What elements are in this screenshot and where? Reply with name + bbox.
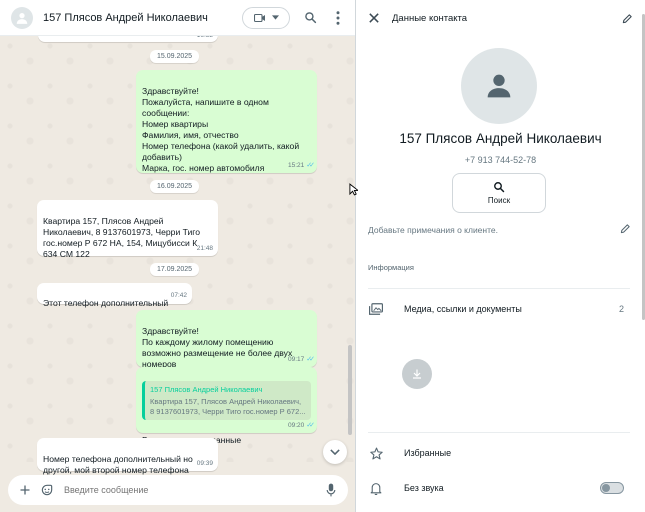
- search-in-chat-button[interactable]: Поиск: [452, 173, 546, 213]
- message-bubble[interactable]: Номер телефона дополнительный но другой,…: [37, 438, 218, 475]
- message-meta: 21:48: [197, 243, 213, 254]
- message-time: 09:17: [287, 356, 305, 363]
- message-meta: 15:21 ✓✓: [287, 160, 315, 171]
- chevron-down-icon: [330, 449, 340, 455]
- message-meta: 09:39: [197, 458, 213, 469]
- notes-field[interactable]: Добавьте примечания о клиенте.: [368, 225, 498, 235]
- favorites-label: Избранные: [404, 448, 452, 458]
- video-call-button[interactable]: [242, 6, 290, 29]
- gallery-icon: [369, 303, 383, 315]
- favorites-row[interactable]: Избранные: [368, 442, 630, 464]
- scroll-down-button[interactable]: [323, 440, 347, 464]
- more-vertical-icon: [336, 10, 340, 25]
- video-icon: [253, 13, 265, 22]
- chat-pane: 157 Плясов Андрей Николаевич 16:52 15.09…: [0, 0, 356, 512]
- media-icon: [368, 301, 384, 317]
- pencil-icon: [622, 13, 632, 23]
- mute-row[interactable]: Без звука: [368, 477, 630, 499]
- bell-icon: [368, 480, 384, 496]
- message-meta: 09:17 ✓✓: [287, 354, 315, 365]
- attach-button[interactable]: [14, 479, 36, 501]
- chat-header[interactable]: 157 Плясов Андрей Николаевич: [0, 0, 355, 36]
- info-section-label: Информация: [368, 263, 414, 272]
- read-ticks-icon: ✓✓: [306, 356, 315, 363]
- message-meta: 07:42: [171, 290, 187, 301]
- edit-notes-button[interactable]: [620, 223, 631, 236]
- quoted-author: 157 Плясов Андрей Николаевич: [150, 385, 263, 394]
- media-count: 2: [618, 304, 624, 314]
- message-input[interactable]: [64, 485, 320, 495]
- read-ticks-icon: ✓✓: [306, 422, 315, 429]
- message-time: 09:20: [287, 422, 305, 429]
- message-text: Здравствуйте! Пожалуйста, напишите в одн…: [142, 86, 300, 173]
- plus-icon: [20, 485, 30, 495]
- download-icon: [413, 369, 421, 379]
- message-bubble[interactable]: Квартира 157, Плясов Андрей Николаевич, …: [37, 200, 218, 259]
- quoted-message[interactable]: 157 Плясов Андрей Николаевич Квартира 15…: [142, 381, 311, 420]
- contact-photo[interactable]: [461, 48, 537, 124]
- person-icon: [16, 12, 28, 24]
- chat-title[interactable]: 157 Плясов Андрей Николаевич: [43, 12, 242, 24]
- details-header: Данные контакта: [356, 0, 645, 36]
- star-outline-icon: [369, 447, 383, 459]
- search-icon: [304, 12, 316, 24]
- menu-button[interactable]: [328, 8, 348, 28]
- search-icon: [494, 182, 505, 193]
- search-label: Поиск: [487, 196, 511, 205]
- message-text: Этот телефон дополнительный: [43, 298, 169, 308]
- message-time: 09:39: [196, 460, 213, 467]
- composer: [8, 475, 348, 505]
- date-separator: 16.09.2025: [150, 180, 200, 193]
- message-bubble[interactable]: Этот телефон дополнительный 07:42: [37, 283, 192, 308]
- close-icon: [369, 13, 379, 23]
- contact-avatar[interactable]: [11, 6, 33, 29]
- message-bubble[interactable]: 157 Плясов Андрей Николаевич Квартира 15…: [136, 367, 317, 445]
- message-time: 07:42: [170, 292, 187, 299]
- contact-name: 157 Плясов Андрей Николаевич: [399, 131, 602, 146]
- message-time: 21:48: [196, 245, 213, 252]
- bell-outline-icon: [370, 482, 382, 495]
- message-bubble[interactable]: Здравствуйте! По каждому жилому помещени…: [136, 310, 317, 369]
- contact-phone: +7 913 744-52-78: [464, 155, 537, 165]
- message-text: Номер телефона дополнительный но другой,…: [43, 454, 193, 475]
- quoted-text: Квартира 157, Плясов Андрей Николаевич, …: [150, 397, 306, 416]
- pencil-icon: [620, 224, 630, 234]
- chevron-down-icon: [271, 15, 279, 20]
- chat-scrollbar[interactable]: [348, 345, 352, 435]
- message-time: 15:21: [287, 162, 305, 169]
- download-button[interactable]: [402, 359, 432, 389]
- star-icon: [368, 445, 384, 461]
- message-meta: 09:20 ✓✓: [287, 420, 315, 431]
- read-ticks-icon: ✓✓: [306, 162, 315, 169]
- divider: [368, 432, 630, 433]
- contact-details-panel: Данные контакта 157 Плясов Андрей Никола…: [356, 0, 645, 512]
- mouse-cursor-icon: [349, 183, 358, 196]
- edit-contact-button[interactable]: [617, 8, 637, 28]
- message-text: Квартира 157, Плясов Андрей Николаевич, …: [43, 216, 201, 259]
- divider: [368, 288, 630, 289]
- message-text: Здравствуйте! По каждому жилому помещени…: [142, 326, 293, 369]
- microphone-icon: [326, 483, 336, 497]
- person-icon: [487, 74, 511, 98]
- mute-label: Без звука: [404, 483, 444, 493]
- sticker-button[interactable]: [36, 479, 58, 501]
- mute-toggle[interactable]: [600, 482, 624, 494]
- message-bubble[interactable]: Здравствуйте! Пожалуйста, напишите в одн…: [136, 70, 317, 173]
- date-separator: 17.09.2025: [150, 263, 200, 276]
- search-button[interactable]: [300, 8, 320, 28]
- sticker-icon: [41, 484, 53, 496]
- close-button[interactable]: [364, 8, 384, 28]
- media-label: Медиа, ссылки и документы: [404, 304, 522, 314]
- media-links-docs-row[interactable]: Медиа, ссылки и документы 2: [368, 298, 630, 320]
- voice-button[interactable]: [320, 479, 342, 501]
- details-title: Данные контакта: [392, 12, 468, 24]
- date-separator: 15.09.2025: [150, 50, 200, 63]
